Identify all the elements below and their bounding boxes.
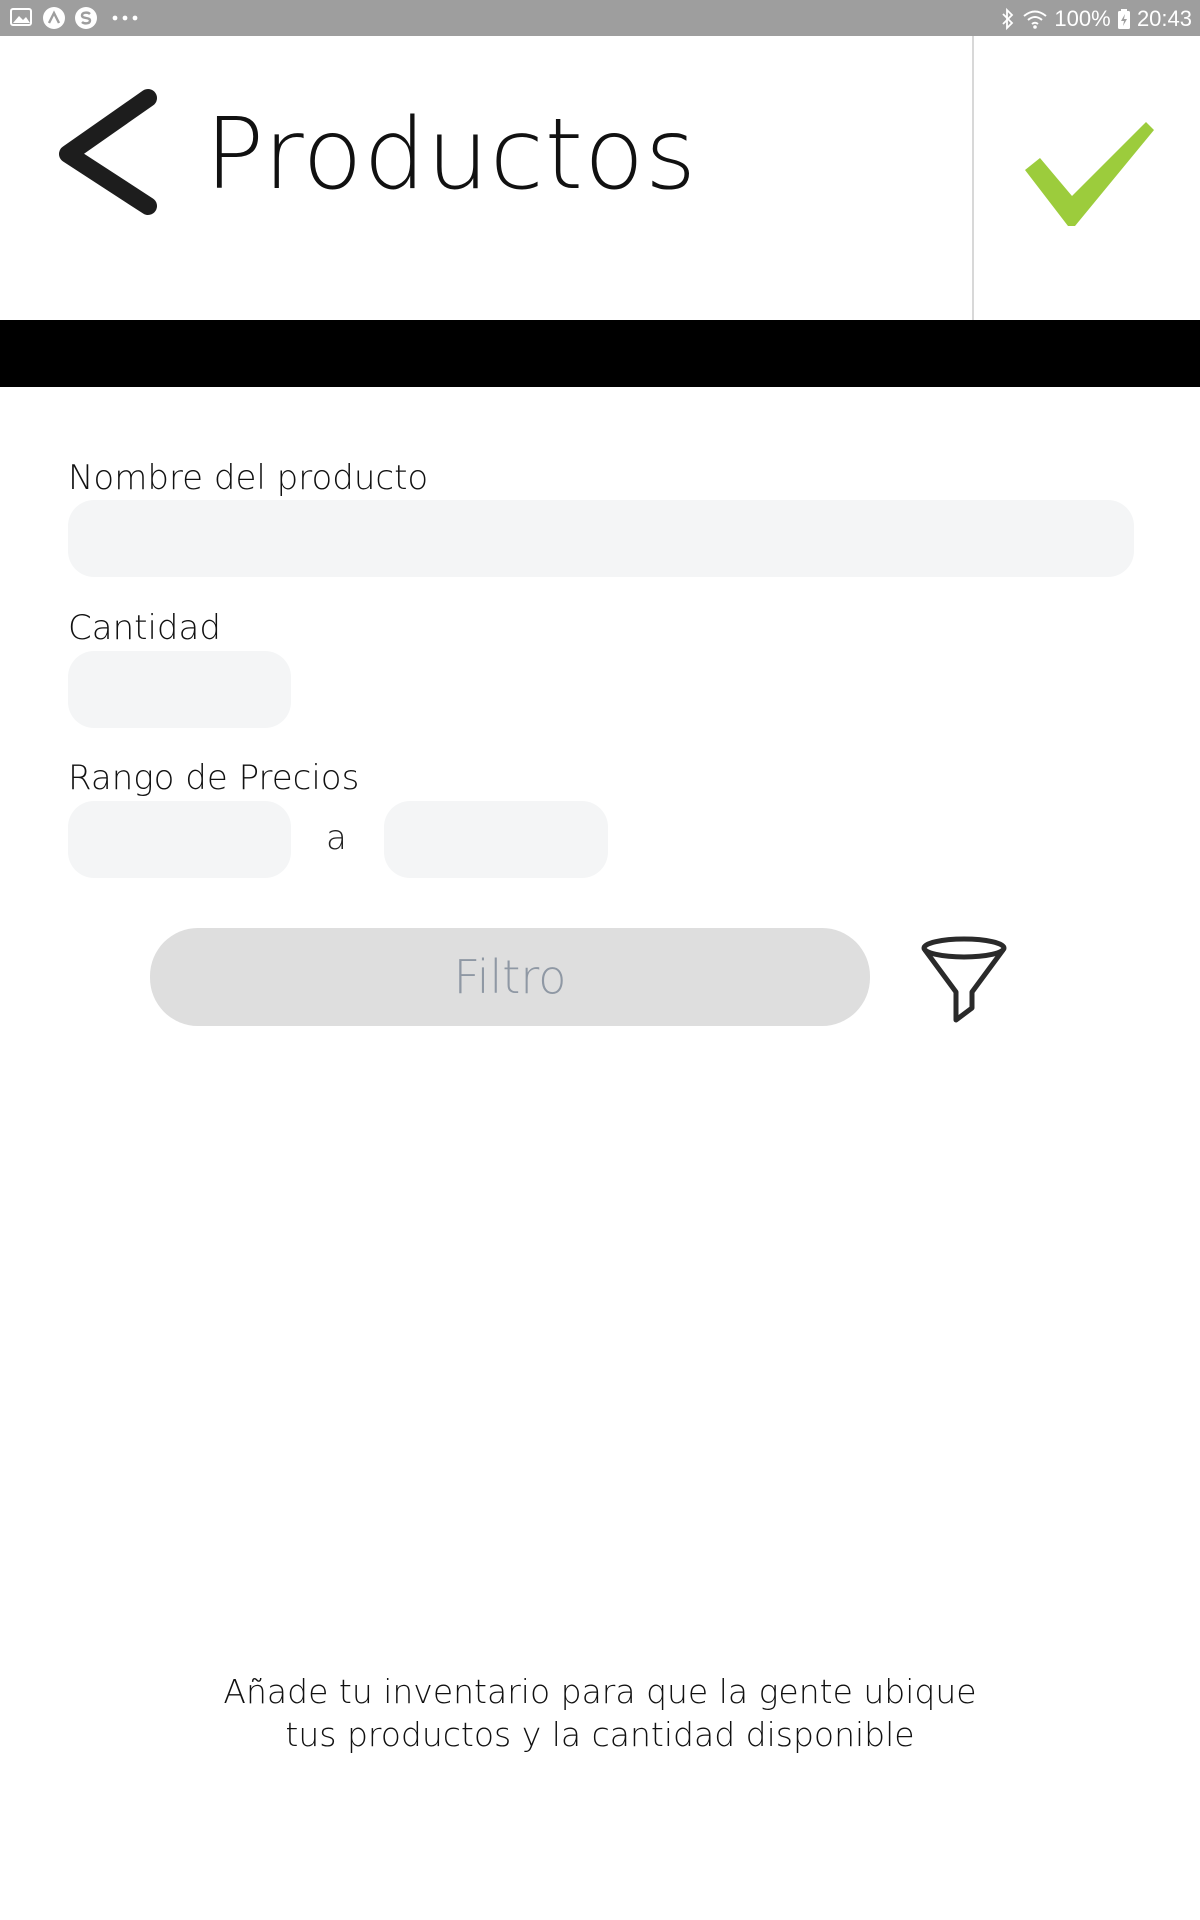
header-divider [972, 36, 974, 320]
battery-percentage: 100% [1054, 6, 1111, 32]
inventory-hint-line-2: tus productos y la cantidad disponible [285, 1715, 915, 1754]
bluetooth-icon [1002, 8, 1014, 31]
checkmark-icon[interactable] [1020, 118, 1160, 230]
product-name-input[interactable] [68, 500, 1134, 577]
chevron-left-icon[interactable] [56, 88, 166, 218]
inventory-hint-line-1: Añade tu inventario para que la gente ub… [223, 1672, 977, 1711]
funnel-icon[interactable] [920, 934, 1008, 1026]
page-title: Productos [205, 98, 698, 212]
clock: 20:43 [1136, 6, 1192, 32]
more-dots-icon [112, 15, 138, 21]
quantity-label: Cantidad [68, 608, 221, 648]
battery-charging-icon [1117, 9, 1130, 30]
status-bar: 100% 20:43 [0, 0, 1200, 36]
price-range-label: Rango de Precios [68, 758, 360, 798]
app-s-icon [75, 7, 97, 29]
price-range-separator: a [326, 818, 347, 858]
quantity-input[interactable] [68, 651, 291, 728]
gallery-icon [10, 8, 32, 26]
header-black-bar [0, 320, 1200, 387]
product-name-label: Nombre del producto [68, 458, 429, 498]
price-min-input[interactable] [68, 801, 291, 878]
price-max-input[interactable] [384, 801, 608, 878]
wifi-icon [1023, 10, 1047, 29]
app-a-icon [43, 7, 65, 29]
filter-button[interactable]: Filtro [150, 928, 870, 1026]
inventory-hint: Añade tu inventario para que la gente ub… [150, 1670, 1050, 1756]
status-bar-right: 100% 20:43 [1000, 0, 1192, 36]
